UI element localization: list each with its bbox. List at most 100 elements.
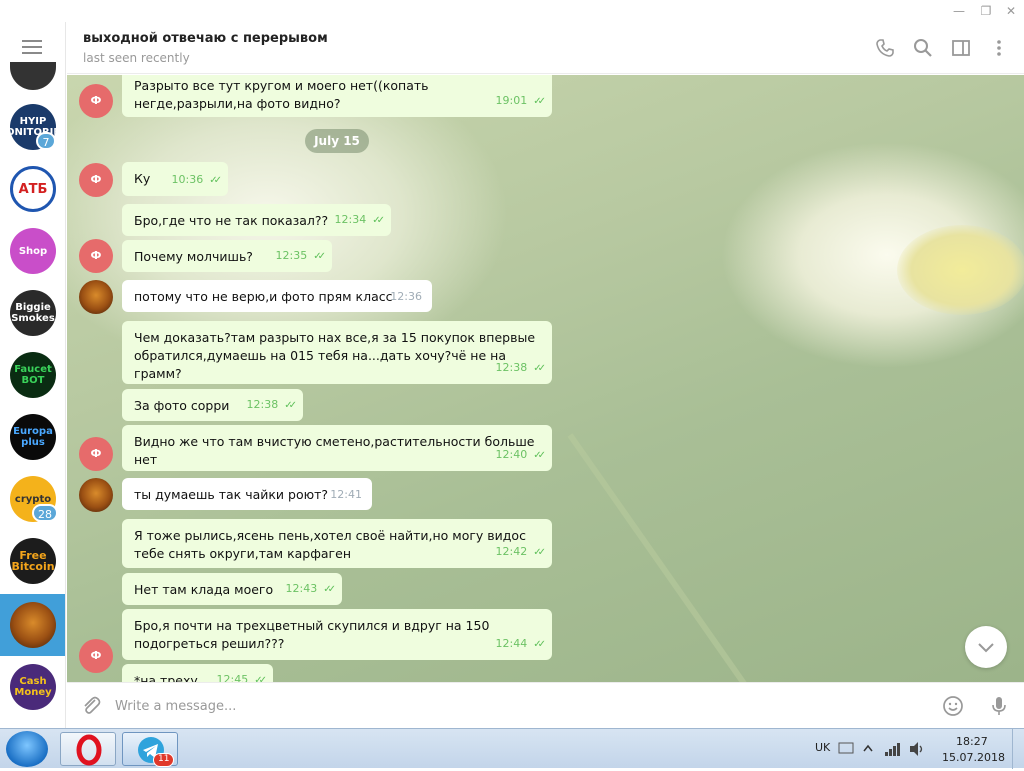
message-text: Ку bbox=[134, 171, 151, 186]
message-bubble[interactable]: Почему молчишь? 12:35 ✓✓ bbox=[122, 240, 332, 272]
chat-avatar-active[interactable] bbox=[10, 602, 56, 648]
sender-avatar[interactable]: Ф bbox=[79, 239, 113, 273]
scroll-down-button[interactable] bbox=[965, 626, 1007, 668]
chat-avatar[interactable]: Free Bitcoin bbox=[10, 538, 56, 584]
opera-icon bbox=[76, 734, 102, 766]
chat-avatar-label: crypto bbox=[14, 493, 52, 505]
message-bubble[interactable]: Нет там клада моего 12:43 ✓✓ bbox=[122, 573, 342, 605]
compose-bar bbox=[67, 682, 1024, 728]
read-check-icon: ✓✓ bbox=[313, 251, 326, 262]
read-check-icon: ✓✓ bbox=[533, 639, 546, 650]
message-bubble[interactable]: *на треху 12:45 ✓✓ bbox=[122, 664, 273, 682]
microphone-icon[interactable] bbox=[987, 694, 1011, 718]
chat-title[interactable]: выходной отвечаю с перерывом bbox=[83, 31, 328, 46]
read-check-icon: ✓✓ bbox=[533, 450, 546, 461]
chevron-down-icon bbox=[978, 643, 994, 653]
chat-avatar[interactable]: Biggie Smokes bbox=[10, 290, 56, 336]
message-text: потому что не верю,и фото прям класс bbox=[134, 289, 393, 304]
minimize-button[interactable]: — bbox=[948, 2, 970, 20]
chat-avatar-label: Faucet BOT bbox=[14, 364, 52, 386]
emoji-icon[interactable] bbox=[941, 694, 965, 718]
keyboard-icon[interactable] bbox=[838, 741, 854, 755]
chat-avatar[interactable]: Faucet BOT bbox=[10, 352, 56, 398]
chat-avatar-label: Biggie Smokes bbox=[11, 302, 55, 324]
more-options-icon[interactable] bbox=[989, 38, 1009, 58]
taskbar: 11 UK 18:27 15.07.2018 bbox=[0, 728, 1024, 769]
message-input[interactable] bbox=[115, 695, 895, 717]
message-time: 12:40 bbox=[495, 448, 528, 461]
menu-icon[interactable] bbox=[22, 40, 42, 56]
read-check-icon: ✓✓ bbox=[209, 175, 222, 186]
message-bubble[interactable]: Разрыто все тут кругом и моего нет((копа… bbox=[122, 75, 552, 117]
message-text: За фото сорри bbox=[134, 398, 230, 413]
message-text: Чем доказать?там разрыто нах все,я за 15… bbox=[134, 330, 536, 381]
message-time: 12:38 bbox=[246, 398, 279, 411]
telegram-window: — ❐ ✕ HYIP MONITORING 7 АТБ Shop Biggie … bbox=[0, 0, 1024, 728]
message-text: Бро,я почти на трехцветный скупился и вд… bbox=[134, 618, 490, 651]
sender-avatar[interactable]: Ф bbox=[79, 639, 113, 673]
message-text: Нет там клада моего bbox=[134, 582, 274, 597]
read-check-icon: ✓✓ bbox=[323, 584, 336, 595]
taskbar-telegram[interactable]: 11 bbox=[122, 732, 178, 767]
message-time: 12:36 bbox=[390, 290, 422, 303]
message-time: 12:42 bbox=[495, 545, 528, 558]
message-bubble[interactable]: За фото сорри 12:38 ✓✓ bbox=[122, 389, 303, 421]
volume-icon[interactable] bbox=[908, 741, 926, 757]
close-button[interactable]: ✕ bbox=[1000, 2, 1022, 20]
message-bubble[interactable]: Видно же что там вчистую сметено,растите… bbox=[122, 425, 552, 471]
restore-button[interactable]: ❐ bbox=[975, 2, 997, 20]
message-bubble[interactable]: Чем доказать?там разрыто нах все,я за 15… bbox=[122, 321, 552, 384]
title-bar: — ❐ ✕ bbox=[0, 0, 1024, 22]
tray-arrow-icon[interactable] bbox=[862, 743, 874, 753]
taskbar-opera[interactable] bbox=[60, 732, 116, 766]
message-text: Разрыто все тут кругом и моего нет((копа… bbox=[134, 78, 429, 111]
sender-avatar[interactable]: Ф bbox=[79, 437, 113, 471]
message-time: 12:38 bbox=[495, 361, 528, 374]
message-text: Бро,где что не так показал?? bbox=[134, 213, 329, 228]
chat-avatar-partial[interactable] bbox=[10, 62, 56, 90]
chat-avatar-label: Shop bbox=[18, 245, 48, 257]
taskbar-unread-badge: 11 bbox=[153, 753, 175, 767]
attach-icon[interactable] bbox=[79, 694, 103, 718]
message-history[interactable]: Ф Разрыто все тут кругом и моего нет((ко… bbox=[67, 75, 1024, 682]
message-bubble[interactable]: Бро,я почти на трехцветный скупился и вд… bbox=[122, 609, 552, 660]
chat-avatar[interactable]: Cash Money bbox=[10, 664, 56, 710]
message-bubble[interactable]: Бро,где что не так показал?? 12:34 ✓✓ bbox=[122, 204, 391, 236]
chat-avatar-label: АТБ bbox=[18, 181, 48, 197]
sidebar-toggle-icon[interactable] bbox=[951, 38, 971, 58]
message-text: Я тоже рылись,ясень пень,хотел своё найт… bbox=[134, 528, 526, 561]
message-text: *на треху bbox=[134, 673, 198, 682]
chat-avatar[interactable]: Shop bbox=[10, 228, 56, 274]
message-time: 10:36 bbox=[171, 173, 204, 186]
network-icon[interactable] bbox=[884, 741, 902, 757]
message-bubble[interactable]: Я тоже рылись,ясень пень,хотел своё найт… bbox=[122, 519, 552, 568]
chat-avatar-label: Free Bitcoin bbox=[11, 549, 55, 573]
phone-icon[interactable] bbox=[875, 38, 895, 58]
contact-avatar[interactable] bbox=[79, 280, 113, 314]
message-time: 12:43 bbox=[285, 582, 318, 595]
message-bubble[interactable]: потому что не верю,и фото прям класс 12:… bbox=[122, 280, 432, 312]
clock-date[interactable]: 15.07.2018 bbox=[942, 751, 1005, 764]
contact-avatar[interactable] bbox=[79, 478, 113, 512]
search-icon[interactable] bbox=[913, 38, 933, 58]
chat-avatar-label: Europa plus bbox=[13, 426, 53, 448]
language-indicator[interactable]: UK bbox=[815, 741, 830, 754]
message-time: 12:45 bbox=[216, 673, 249, 682]
message-bubble[interactable]: Ку 10:36 ✓✓ bbox=[122, 162, 228, 196]
show-desktop-button[interactable] bbox=[1012, 729, 1024, 769]
sender-avatar[interactable]: Ф bbox=[79, 84, 113, 118]
sender-avatar[interactable]: Ф bbox=[79, 163, 113, 197]
background-flower bbox=[897, 225, 1024, 315]
message-bubble[interactable]: ты думаешь так чайки роют? 12:41 bbox=[122, 478, 372, 510]
start-button[interactable] bbox=[6, 731, 48, 767]
chat-avatar[interactable]: АТБ bbox=[10, 166, 56, 212]
clock-time[interactable]: 18:27 bbox=[956, 735, 988, 748]
read-check-icon: ✓✓ bbox=[533, 96, 546, 107]
chat-avatar[interactable]: Europa plus bbox=[10, 414, 56, 460]
read-check-icon: ✓✓ bbox=[254, 675, 267, 682]
message-time: 12:34 bbox=[334, 213, 367, 226]
read-check-icon: ✓✓ bbox=[372, 215, 385, 226]
message-time: 12:41 bbox=[330, 488, 362, 501]
message-text: Видно же что там вчистую сметено,растите… bbox=[134, 434, 535, 467]
message-time: 12:44 bbox=[495, 637, 528, 650]
